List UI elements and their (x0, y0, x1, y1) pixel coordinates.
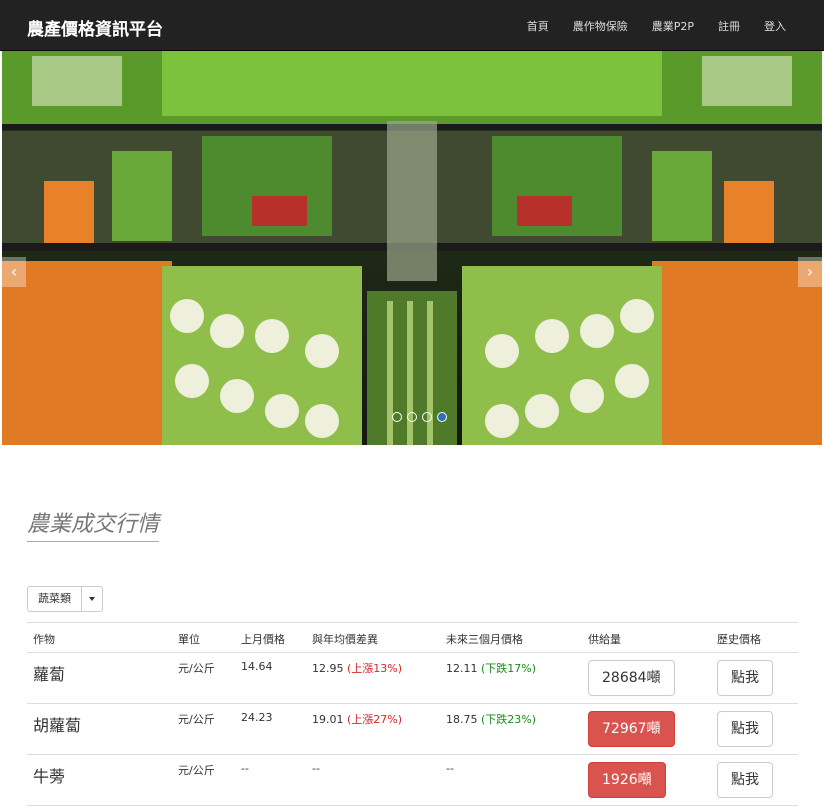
header-annual-diff: 與年均價差異 (312, 633, 378, 646)
history-button[interactable]: 點我 (717, 762, 773, 798)
last-month-price: -- (241, 762, 249, 775)
brand-title[interactable]: 農產價格資訊平台 (27, 15, 163, 40)
category-dropdown-label[interactable]: 蔬菜類 (28, 587, 82, 611)
unit: 元/公斤 (178, 662, 215, 675)
history-cell: 點我 (711, 653, 798, 704)
carousel-indicator[interactable] (392, 412, 402, 422)
forecast-value: 12.11 (446, 662, 478, 675)
forecast-value: -- (446, 762, 454, 775)
header-history: 歷史價格 (717, 633, 761, 646)
annual-diff: -- (306, 755, 440, 806)
carousel-next-button[interactable]: › (798, 257, 822, 287)
history-cell: 點我 (711, 755, 798, 806)
last-month-price: 14.64 (241, 660, 273, 673)
annual-change: (上漲27%) (347, 713, 403, 726)
header-unit: 單位 (178, 633, 200, 646)
table-row: 胡蘿蔔 元/公斤 24.23 19.01 (上漲27%) 18.75 (下跌23… (27, 704, 798, 755)
category-dropdown-toggle[interactable] (82, 587, 102, 611)
nav-agri-p2p[interactable]: 農業P2P (652, 18, 694, 34)
forecast-value: 18.75 (446, 713, 478, 726)
forecast-price: -- (440, 755, 582, 806)
header-last-month-price: 上月價格 (241, 633, 285, 646)
annual-value: 19.01 (312, 713, 344, 726)
carousel-indicators (392, 412, 452, 422)
carousel-indicator[interactable] (407, 412, 417, 422)
nav-crop-insurance[interactable]: 農作物保險 (573, 18, 628, 34)
annual-diff: 19.01 (上漲27%) (306, 704, 440, 755)
chevron-right-icon: › (806, 262, 814, 281)
unit: 元/公斤 (178, 764, 215, 777)
table-header-row: 作物 單位 上月價格 與年均價差異 未來三個月價格 供給量 歷史價格 (27, 622, 798, 653)
market-price-table: 作物 單位 上月價格 與年均價差異 未來三個月價格 供給量 歷史價格 蘿蔔 元/… (27, 622, 798, 806)
hero-carousel: ‹ › (2, 51, 822, 445)
crop-name: 牛蒡 (33, 767, 66, 786)
annual-diff: 12.95 (上漲13%) (306, 653, 440, 704)
header-forecast-price: 未來三個月價格 (446, 633, 523, 646)
history-cell: 點我 (711, 704, 798, 755)
nav-home[interactable]: 首頁 (527, 18, 549, 34)
nav-register[interactable]: 註冊 (718, 18, 740, 34)
crop-name: 蘿蔔 (33, 665, 66, 684)
forecast-change: (下跌17%) (481, 662, 537, 675)
unit: 元/公斤 (178, 713, 215, 726)
nav-login[interactable]: 登入 (764, 18, 786, 34)
forecast-price: 18.75 (下跌23%) (440, 704, 582, 755)
supply-cell: 28684噸 (582, 653, 711, 704)
nav-links: 首頁 農作物保險 農業P2P 註冊 登入 (503, 0, 786, 51)
history-button[interactable]: 點我 (717, 711, 773, 747)
supply-badge: 72967噸 (588, 711, 675, 747)
vegetable-display-image (2, 51, 822, 445)
chevron-left-icon: ‹ (10, 262, 18, 281)
supply-badge: 28684噸 (588, 660, 675, 696)
forecast-change: (下跌23%) (481, 713, 537, 726)
supply-badge: 1926噸 (588, 762, 666, 798)
supply-cell: 72967噸 (582, 704, 711, 755)
navbar: 農產價格資訊平台 首頁 農作物保險 農業P2P 註冊 登入 (0, 0, 824, 51)
carousel-indicator[interactable] (422, 412, 432, 422)
table-row: 蘿蔔 元/公斤 14.64 12.95 (上漲13%) 12.11 (下跌17%… (27, 653, 798, 704)
forecast-price: 12.11 (下跌17%) (440, 653, 582, 704)
carousel-prev-button[interactable]: ‹ (2, 257, 26, 287)
category-dropdown[interactable]: 蔬菜類 (27, 586, 103, 612)
last-month-price: 24.23 (241, 711, 273, 724)
supply-cell: 1926噸 (582, 755, 711, 806)
header-crop: 作物 (33, 633, 55, 646)
section-title: 農業成交行情 (27, 506, 160, 542)
crop-name: 胡蘿蔔 (33, 716, 82, 735)
caret-down-icon (89, 597, 95, 601)
annual-value: 12.95 (312, 662, 344, 675)
carousel-indicator-active[interactable] (437, 412, 447, 422)
history-button[interactable]: 點我 (717, 660, 773, 696)
annual-change: (上漲13%) (347, 662, 403, 675)
header-supply: 供給量 (588, 633, 621, 646)
annual-value: -- (312, 762, 320, 775)
table-row: 牛蒡 元/公斤 -- -- -- 1926噸 點我 (27, 755, 798, 806)
